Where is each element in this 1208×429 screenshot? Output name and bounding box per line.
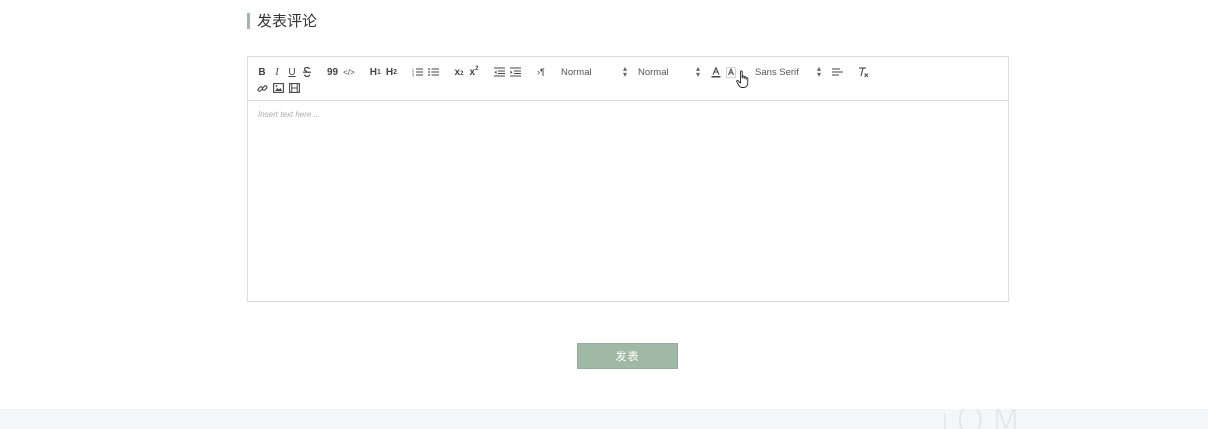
- editor-toolbar: B I U 99 </> H1 H2 1 2 3 x 2 x 2 ›¶ Norm…: [248, 57, 1008, 101]
- header-picker-label: Normal: [637, 66, 669, 78]
- clear-format-icon: [858, 66, 869, 77]
- font-color-icon: [711, 66, 721, 77]
- footer-logo: iQM: [940, 409, 1027, 429]
- size-picker-label: Normal: [560, 66, 592, 78]
- background-color-icon: [726, 66, 736, 78]
- image-button[interactable]: [273, 81, 284, 95]
- indent-icon: [509, 67, 521, 77]
- align-button[interactable]: [831, 65, 843, 79]
- font-color-button[interactable]: [711, 65, 721, 79]
- align-left-icon: [831, 68, 843, 76]
- link-icon: [257, 84, 268, 92]
- chevron-updown-icon: ▴ ▾: [622, 64, 627, 79]
- editor-placeholder: Insert text here ...: [258, 110, 321, 119]
- title-accent-bar: [247, 13, 250, 29]
- chevron-updown-icon: ▴ ▾: [816, 64, 821, 79]
- font-picker-label: Sans Serif: [754, 66, 799, 78]
- page-footer: iQM: [0, 409, 1208, 429]
- bold-button[interactable]: B: [257, 65, 267, 79]
- rich-text-editor: B I U 99 </> H1 H2 1 2 3 x 2 x 2 ›¶ Norm…: [247, 56, 1009, 302]
- text-direction-button[interactable]: ›¶: [536, 65, 546, 79]
- strike-button[interactable]: [302, 65, 312, 79]
- chevron-updown-icon: ▴ ▾: [695, 64, 700, 79]
- editor-content-area[interactable]: Insert text here ...: [248, 101, 1008, 301]
- ordered-list-button[interactable]: 1 2 3: [412, 65, 423, 79]
- h1-button[interactable]: H1: [370, 65, 381, 79]
- italic-button[interactable]: I: [272, 65, 282, 79]
- comment-page: 发表评论 B I U 99 </> H1 H 2 1 2 3 x 2 x 2 ›…: [0, 0, 1208, 429]
- link-button[interactable]: [257, 81, 268, 95]
- superscript-button[interactable]: x2: [469, 65, 479, 79]
- subscript-button[interactable]: x2: [454, 65, 464, 79]
- video-icon: [289, 83, 300, 93]
- h2-button[interactable]: H2: [386, 65, 397, 79]
- image-icon: [273, 83, 284, 93]
- underline-button[interactable]: U: [287, 65, 297, 79]
- hand-pointer-icon: [736, 70, 749, 88]
- svg-text:3: 3: [412, 74, 414, 78]
- strike-icon: [303, 66, 311, 78]
- bullet-list-button[interactable]: [428, 65, 439, 79]
- submit-button[interactable]: 发表: [577, 343, 678, 369]
- ordered-list-icon: 1 2 3: [412, 68, 423, 78]
- code-button[interactable]: </>: [343, 65, 355, 79]
- outdent-icon: [493, 67, 505, 77]
- toolbar-row-1: B I U 99 </> H1 H2 1 2 3 x 2 x 2 ›¶ Norm…: [257, 65, 874, 79]
- section-title: 发表评论: [247, 12, 317, 30]
- section-title-text: 发表评论: [257, 12, 318, 30]
- header-picker[interactable]: Normal ▴ ▾: [638, 65, 700, 79]
- video-button[interactable]: [289, 81, 300, 95]
- font-picker[interactable]: Sans Serif ▴ ▾: [755, 65, 821, 79]
- outdent-button[interactable]: [493, 65, 505, 79]
- size-picker[interactable]: Normal ▴ ▾: [561, 65, 627, 79]
- bullet-list-icon: [428, 68, 439, 76]
- blockquote-button[interactable]: 99: [327, 65, 338, 79]
- clear-format-button[interactable]: [858, 65, 869, 79]
- toolbar-row-2: [257, 81, 305, 95]
- background-color-button[interactable]: [726, 65, 736, 79]
- indent-button[interactable]: [509, 65, 521, 79]
